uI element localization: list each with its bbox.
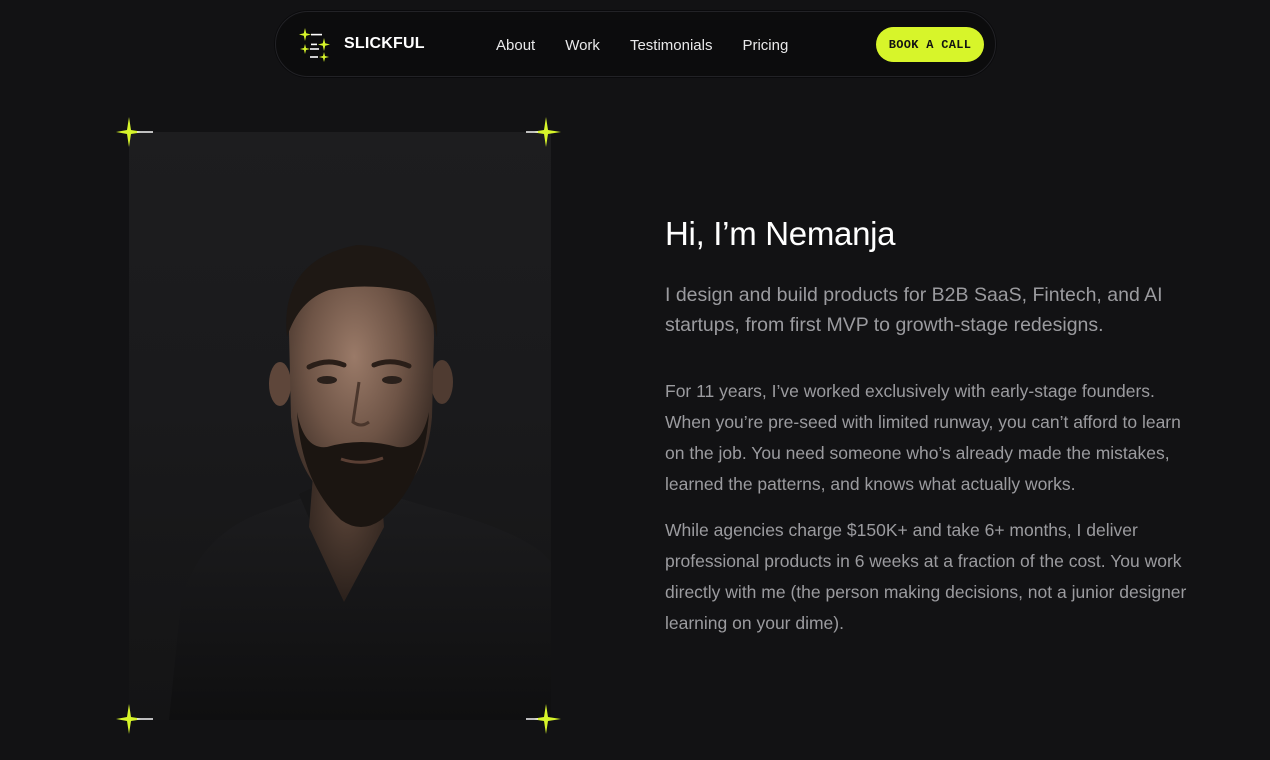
intro-headline: Hi, I’m Nemanja — [665, 215, 896, 252]
sparkle-icon-top-right — [526, 113, 566, 153]
intro-lead: I design and build products for B2B SaaS… — [665, 284, 1163, 336]
intro-paragraph: For 11 years, I’ve worked exclusively wi… — [665, 381, 1181, 494]
about-intro: Hi, I’m Nemanja I design and build produ… — [665, 212, 1205, 639]
nav-link-about[interactable]: About — [496, 37, 535, 54]
brand-home-link[interactable]: SLICKFUL — [296, 24, 425, 64]
nav-link-pricing[interactable]: Pricing — [742, 37, 788, 54]
intro-paragraph: While agencies charge $150K+ and take 6+… — [665, 520, 1187, 633]
portrait-photo — [129, 132, 551, 720]
book-a-call-button[interactable]: BOOK A CALL — [876, 27, 984, 62]
sparkle-icon-bottom-right — [526, 700, 566, 740]
nav-link-work[interactable]: Work — [565, 37, 600, 54]
sparkles-logo-icon — [296, 24, 336, 64]
top-navbar: SLICKFUL About Work Testimonials Pricing… — [275, 11, 996, 77]
sparkle-icon-top-left — [113, 113, 153, 153]
nav-link-testimonials[interactable]: Testimonials — [630, 37, 713, 54]
brand-name: SLICKFUL — [344, 35, 425, 52]
sparkle-icon-bottom-left — [113, 700, 153, 740]
nav-links: About Work Testimonials Pricing — [496, 12, 788, 78]
